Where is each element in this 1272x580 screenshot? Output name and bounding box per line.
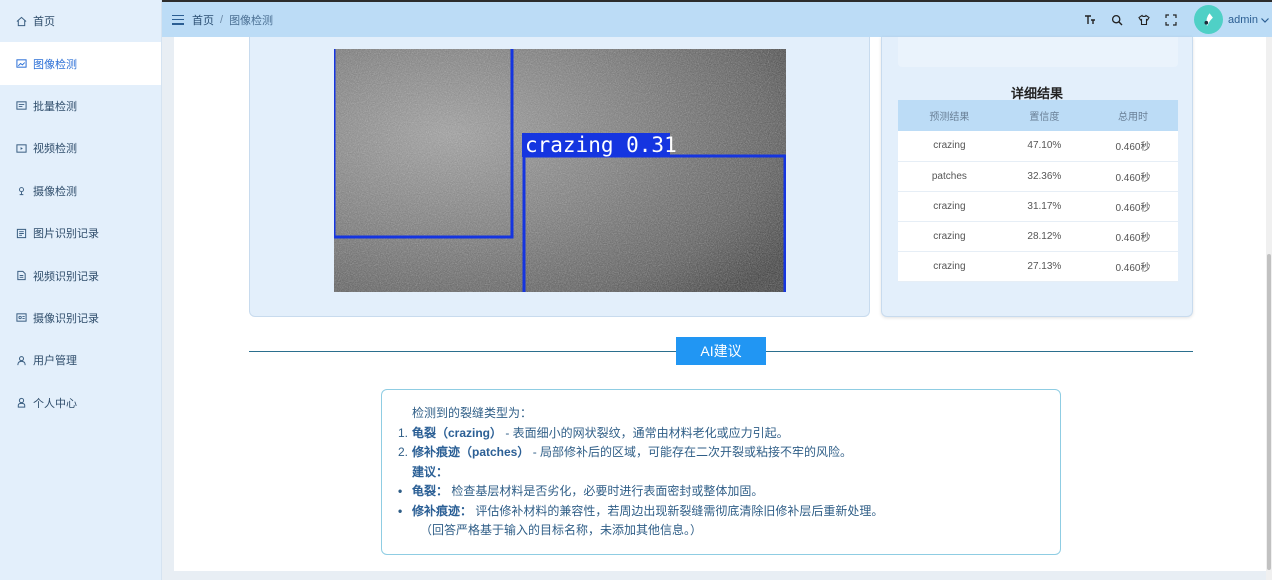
scrollbar-thumb[interactable]	[1267, 254, 1271, 570]
table-header-row: 预测结果 置信度 总用时	[898, 100, 1178, 131]
camera-icon	[15, 185, 27, 197]
advice-item-term: 龟裂（crazing）	[412, 425, 503, 440]
cell-confidence: 31.17%	[1000, 191, 1088, 222]
cell-confidence: 27.13%	[1000, 251, 1088, 282]
image-record-icon	[15, 227, 27, 239]
advice-item-number: 2.	[398, 445, 409, 459]
advice-item-term: 修补痕迹（patches）	[412, 445, 530, 459]
advice-intro: 检测到的裂缝类型为：	[412, 406, 533, 420]
menu-toggle-icon[interactable]	[172, 14, 184, 25]
sidebar-item-home[interactable]: 首页	[0, 0, 161, 42]
search-icon[interactable]	[1103, 14, 1130, 26]
sidebar-item-label: 首页	[33, 16, 55, 29]
sidebar-item-label: 用户管理	[33, 355, 77, 368]
cell-prediction: patches	[898, 161, 1001, 192]
cell-prediction: crazing	[898, 131, 1001, 162]
sidebar-item-video-detect[interactable]: 视频检测	[0, 127, 161, 169]
batch-icon	[15, 100, 27, 112]
advice-item-desc: - 表面细小的网状裂纹，通常由材料老化或应力引起。	[502, 425, 789, 440]
sidebar-item-label: 摄像识别记录	[33, 312, 99, 325]
sidebar-item-video-records[interactable]: 视频识别记录	[0, 254, 161, 296]
ai-suggestion-button[interactable]: AI建议	[676, 337, 766, 365]
sidebar-item-label: 视频检测	[33, 143, 77, 156]
profile-icon	[15, 397, 27, 409]
cell-time: 0.460秒	[1087, 251, 1178, 282]
cell-time: 0.460秒	[1087, 131, 1178, 162]
image-icon	[15, 58, 27, 70]
breadcrumb-home[interactable]: 首页	[192, 12, 214, 28]
cell-prediction: crazing	[898, 191, 1001, 222]
top-header: 首页 / 图像检测 admin	[162, 0, 1272, 37]
bullet-icon: •	[398, 503, 403, 518]
cell-time: 0.460秒	[1087, 191, 1178, 222]
table-row[interactable]: crazing 28.12% 0.460秒	[898, 221, 1178, 252]
breadcrumb-separator: /	[220, 13, 224, 26]
results-table: 预测结果 置信度 总用时 crazing 47.10% 0.460秒 patch…	[898, 100, 1178, 282]
sidebar-item-image-records[interactable]: 图片识别记录	[0, 212, 161, 254]
shirt-theme-icon[interactable]	[1130, 14, 1157, 26]
cell-confidence: 32.36%	[1000, 161, 1088, 192]
cell-prediction: crazing	[898, 251, 1001, 282]
video-icon	[15, 142, 27, 154]
detection-panel: crazing 0.31	[249, 37, 870, 317]
table-row[interactable]: crazing 31.17% 0.460秒	[898, 191, 1178, 222]
header-tools: admin	[1076, 2, 1272, 37]
advice-suggest-title: 建议：	[412, 464, 449, 479]
sidebar-item-label: 图片识别记录	[33, 228, 99, 241]
avatar[interactable]	[1194, 5, 1224, 34]
col-header-time: 总用时	[1087, 100, 1178, 131]
suggestion-desc: 评估修补材料的兼容性，若周边出现新裂缝需彻底清除旧修补层后重新处理。	[472, 503, 884, 518]
sidebar-item-label: 摄像检测	[33, 185, 77, 198]
table-row[interactable]: crazing 47.10% 0.460秒	[898, 131, 1178, 162]
cell-prediction: crazing	[898, 221, 1001, 252]
sidebar-item-label: 图像检测	[33, 58, 77, 71]
advice-item-number: 1.	[398, 425, 409, 440]
sidebar-item-label: 批量检测	[33, 100, 77, 113]
col-header-confidence: 置信度	[1000, 100, 1088, 131]
col-header-prediction: 预测结果	[898, 100, 1001, 131]
suggestion-term: 龟裂：	[412, 484, 449, 498]
bullet-icon: •	[398, 484, 403, 498]
results-panel: 详细结果 预测结果 置信度 总用时 crazing 47.10% 0.460秒 …	[881, 37, 1193, 317]
video-record-icon	[15, 270, 27, 282]
home-icon	[15, 15, 27, 27]
sidebar-item-user-manage[interactable]: 用户管理	[0, 339, 161, 381]
sidebar-item-camera-detect[interactable]: 摄像检测	[0, 170, 161, 212]
advice-note: （回答严格基于输入的目标名称，未添加其他信息。）	[420, 523, 703, 537]
breadcrumb: 首页 / 图像检测	[192, 12, 273, 28]
cell-time: 0.460秒	[1087, 221, 1178, 252]
sidebar-item-label: 个人中心	[33, 397, 77, 410]
font-size-icon[interactable]	[1076, 14, 1103, 26]
sidebar-item-label: 视频识别记录	[33, 270, 99, 283]
suggestion-desc: 检查基层材料是否劣化，必要时进行表面密封或整体加固。	[448, 484, 764, 498]
table-row[interactable]: patches 32.36% 0.460秒	[898, 161, 1178, 192]
cell-confidence: 28.12%	[1000, 221, 1088, 252]
camera-record-icon	[15, 312, 27, 324]
suggestion-term: 修补痕迹：	[412, 503, 473, 518]
username[interactable]: admin	[1228, 14, 1258, 26]
detection-image: crazing 0.31	[334, 49, 786, 292]
main-content: crazing 0.31 详细结果 预测结果 置信度 总用时 crazing 4…	[174, 37, 1267, 571]
table-row[interactable]: crazing 27.13% 0.460秒	[898, 251, 1178, 282]
advice-item: 1. 龟裂（crazing） - 表面细小的网状裂纹，通常由材料老化或应力引起。	[398, 424, 1048, 444]
breadcrumb-current: 图像检测	[229, 14, 274, 27]
sidebar-item-camera-records[interactable]: 摄像识别记录	[0, 297, 161, 339]
advice-item: 2. 修补痕迹（patches） - 局部修补后的区域，可能存在二次开裂或粘接不牢…	[398, 443, 1048, 463]
user-manage-icon	[15, 354, 27, 366]
ai-advice-box: 检测到的裂缝类型为： 1. 龟裂（crazing） - 表面细小的网状裂纹，通常由…	[381, 389, 1061, 555]
sidebar-item-batch-detect[interactable]: 批量检测	[0, 85, 161, 127]
fullscreen-icon[interactable]	[1157, 13, 1184, 26]
sidebar-item-image-detect[interactable]: 图像检测	[0, 42, 161, 85]
results-panel-header-strip	[898, 37, 1178, 67]
advice-suggestion: • 修补痕迹： 评估修补材料的兼容性，若周边出现新裂缝需彻底清除旧修补层后重新处理…	[398, 502, 1048, 522]
advice-suggestion: • 龟裂： 检查基层材料是否劣化，必要时进行表面密封或整体加固。	[398, 482, 1048, 502]
detection-box-label: crazing 0.31	[525, 133, 677, 157]
sidebar-item-profile[interactable]: 个人中心	[0, 382, 161, 424]
cell-time: 0.460秒	[1087, 161, 1178, 192]
cell-confidence: 47.10%	[1000, 131, 1088, 162]
advice-item-desc: - 局部修补后的区域，可能存在二次开裂或粘接不牢的风险。	[529, 445, 853, 459]
chevron-down-icon[interactable]	[1260, 15, 1270, 25]
sidebar: 首页 图像检测 批量检测 视频检测 摄像检测 图片识别记录 视频识别记录 摄像识…	[0, 0, 162, 580]
